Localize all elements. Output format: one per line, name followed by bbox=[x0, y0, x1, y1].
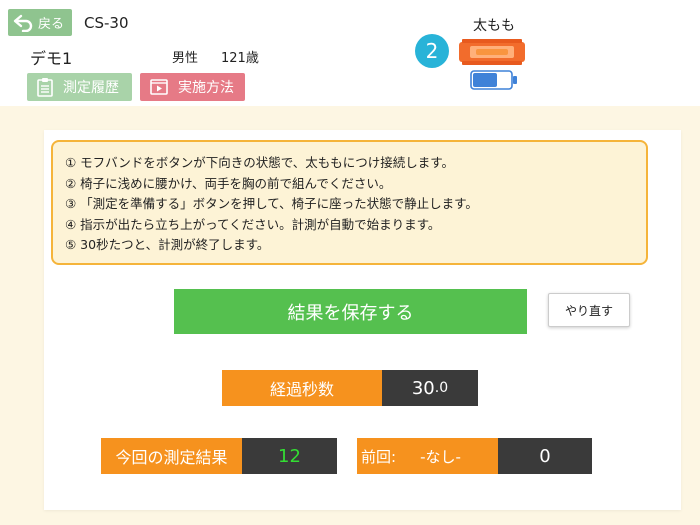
instruction-step: ④ 指示が出たら立ち上がってください。計測が自動で始まります。 bbox=[65, 216, 441, 232]
back-label: 戻る bbox=[38, 17, 65, 32]
instruction-step: ③ 「測定を準備する」ボタンを押して、椅子に座った状態で静止します。 bbox=[65, 196, 478, 211]
previous-result-value: 0 bbox=[498, 438, 592, 474]
instructions-box: ① モフバンドをボタンが下向きの状態で、太ももにつけ接続します。 ② 椅子に浅め… bbox=[51, 140, 648, 265]
instruction-step: ⑤ 30秒たつと、計測が終了します。 bbox=[65, 237, 270, 252]
instruction-step: ② 椅子に浅めに腰かけ、両手を胸の前で組んでください。 bbox=[65, 175, 392, 191]
elapsed-seconds-label: 経過秒数 bbox=[222, 370, 382, 406]
video-icon bbox=[150, 79, 168, 95]
previous-result-none: -なし- bbox=[420, 447, 461, 466]
history-label: 測定履歴 bbox=[63, 80, 119, 96]
user-age: 121歳 bbox=[221, 51, 259, 66]
method-button[interactable]: 実施方法 bbox=[140, 73, 245, 101]
save-result-label: 結果を保存する bbox=[287, 302, 414, 324]
header: 戻る CS-30 デモ1 男性 121歳 測定履歴 実施方法 2 太もも bbox=[0, 0, 700, 106]
elapsed-seconds-int: 30 bbox=[411, 377, 435, 399]
elapsed-seconds-value: 30.0 bbox=[382, 370, 478, 406]
battery-icon bbox=[470, 70, 518, 94]
device-id: CS-30 bbox=[84, 14, 129, 32]
clipboard-icon bbox=[37, 77, 53, 97]
instruction-step: ① モフバンドをボタンが下向きの状態で、太ももにつけ接続します。 bbox=[65, 155, 455, 170]
save-result-button[interactable]: 結果を保存する bbox=[174, 289, 527, 334]
previous-result-title: 前回: bbox=[361, 447, 397, 466]
method-label: 実施方法 bbox=[178, 80, 234, 96]
history-button[interactable]: 測定履歴 bbox=[27, 73, 132, 101]
sensor-number-badge: 2 bbox=[415, 34, 449, 68]
back-button[interactable]: 戻る bbox=[8, 9, 72, 36]
current-result-label: 今回の測定結果 bbox=[101, 438, 242, 474]
back-arrow-icon bbox=[13, 14, 33, 32]
previous-result-label: 前回: -なし- bbox=[357, 438, 498, 474]
user-gender: 男性 bbox=[172, 51, 199, 66]
redo-label: やり直す bbox=[564, 303, 613, 318]
current-result-value: 12 bbox=[242, 438, 337, 474]
elapsed-seconds-frac: .0 bbox=[434, 380, 449, 396]
band-sensor-icon bbox=[459, 39, 525, 69]
body-part-label: 太もも bbox=[473, 18, 515, 34]
redo-button[interactable]: やり直す bbox=[548, 293, 630, 327]
user-name: デモ1 bbox=[30, 49, 73, 68]
